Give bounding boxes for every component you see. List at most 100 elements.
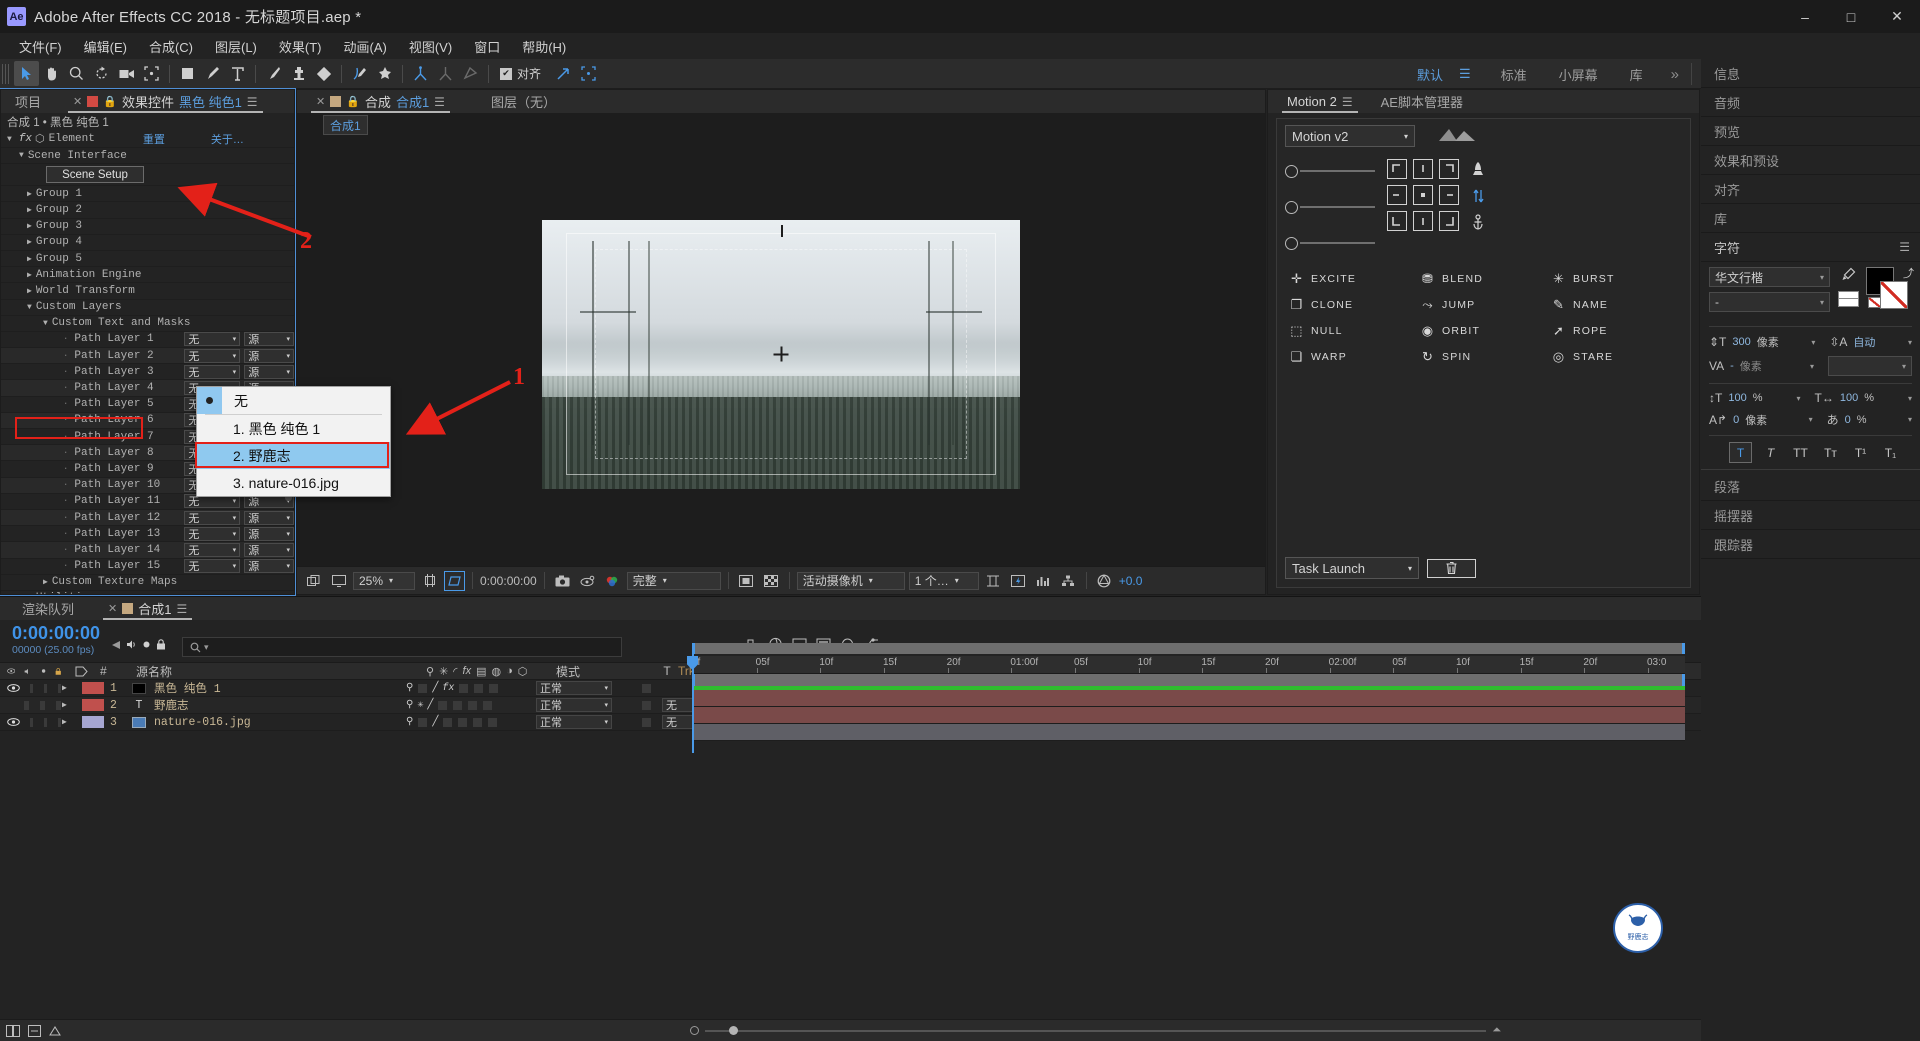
zoom-level-select[interactable]: 25% ▾ — [353, 572, 415, 590]
panel-menu-icon[interactable]: ☰ — [247, 95, 258, 109]
anchor-icon[interactable] — [1471, 214, 1485, 236]
group-world-transform[interactable]: ▶World Transform — [1, 283, 294, 299]
audio-toggle[interactable] — [24, 701, 29, 710]
path-layer-mode-select[interactable]: 源▾ — [244, 365, 294, 379]
parent-switch[interactable]: ⚲ — [406, 716, 413, 728]
path-layer-row[interactable]: ·Path Layer 12无▾源▾ — [1, 510, 294, 526]
minimize-button[interactable]: – — [1782, 0, 1828, 33]
anchor-top-left-button[interactable] — [1387, 159, 1407, 179]
layer-bar-1[interactable] — [692, 690, 1685, 707]
panel-audio[interactable]: 音频 — [1701, 88, 1920, 117]
layer-bar-2[interactable] — [692, 707, 1685, 724]
pixel-aspect-icon[interactable] — [983, 571, 1004, 591]
path-layer-source-select[interactable]: 无▾ — [184, 365, 240, 379]
tab-close-icon[interactable]: ✕ — [316, 95, 325, 108]
timeline-graph-icon[interactable] — [1033, 571, 1054, 591]
audio-toggle[interactable] — [30, 684, 33, 693]
adjustment-switch[interactable] — [483, 701, 492, 710]
text-style-button-3[interactable]: Tт — [1819, 442, 1842, 463]
current-time-display[interactable]: 0:00:00:00 — [12, 623, 95, 644]
timeline-ruler[interactable]: 0f05f10f15f20f01:00f05f10f15f20f02:00f05… — [692, 656, 1685, 674]
workspace-overflow-icon[interactable]: » — [1659, 66, 1691, 83]
motion-blur-switch[interactable] — [468, 701, 477, 710]
disclosure-triangle-icon[interactable]: ▶ — [27, 270, 32, 280]
column-mode[interactable]: 模式 — [548, 663, 656, 680]
tracking-select[interactable]: ▾ — [1828, 356, 1912, 376]
shy-switch[interactable]: ✳ — [417, 699, 423, 711]
group-custom-text-and-masks[interactable]: ▼Custom Text and Masks — [1, 316, 294, 332]
dropdown-item-3[interactable]: 3. nature-016.jpg — [197, 469, 390, 496]
disclosure-triangle-icon[interactable]: ▼ — [27, 303, 32, 312]
solo-toggle[interactable] — [40, 701, 45, 710]
transparency-grid-icon[interactable] — [761, 571, 782, 591]
tab-composition[interactable]: ✕ 🔒 合成 合成1 ☰ — [309, 90, 452, 113]
close-button[interactable]: ✕ — [1874, 0, 1920, 33]
tab-render-queue[interactable]: 渲染队列 — [0, 597, 81, 620]
group-custom-texture-maps[interactable]: ▶Custom Texture Maps — [1, 575, 294, 591]
path-layer-mode-select[interactable]: 源▾ — [244, 543, 294, 557]
path-layer-row[interactable]: ·Path Layer 1无▾源▾ — [1, 332, 294, 348]
zoom-track[interactable] — [705, 1030, 1486, 1032]
brush-tool-icon[interactable] — [261, 61, 286, 86]
lock-toggle[interactable] — [58, 718, 61, 727]
blend-mode-select[interactable]: 正常▾ — [536, 715, 612, 729]
zoom-thumb[interactable] — [729, 1026, 738, 1035]
task-launch-select[interactable]: Task Launch ▾ — [1285, 557, 1419, 579]
vertical-scale-value[interactable]: 100 — [1728, 392, 1746, 404]
path-layer-mode-select[interactable]: 源▾ — [244, 527, 294, 541]
visibility-toggle[interactable] — [7, 683, 20, 693]
motion-tool-stare-button[interactable]: ◎STARE — [1551, 349, 1680, 365]
timeline-transport-icons[interactable] — [111, 639, 166, 650]
chevron-down-icon[interactable]: ▾ — [1908, 338, 1912, 347]
timeline-work-area[interactable] — [692, 674, 1685, 686]
eraser-tool-icon[interactable] — [311, 61, 336, 86]
tab-timeline-comp[interactable]: ✕ 合成1 ☰ — [101, 597, 194, 620]
adjustment-switch[interactable] — [488, 718, 497, 727]
grid-guides-icon[interactable] — [419, 571, 440, 591]
exposure-icon[interactable] — [1094, 571, 1115, 591]
disclosure-triangle-icon[interactable]: ▶ — [27, 189, 32, 199]
tab-project[interactable]: 项目 — [1, 90, 48, 113]
motion-tool-burst-button[interactable]: ✳BURST — [1551, 271, 1680, 287]
horizontal-scale-value[interactable]: 100 — [1840, 392, 1858, 404]
menu-edit[interactable]: 编辑(E) — [73, 34, 138, 59]
comp-timecode[interactable]: 0:00:00:00 — [480, 574, 537, 588]
effect-header-element[interactable]: ▼ fx ⬡ Element 重置 关于… — [1, 131, 294, 148]
pen-tool-icon[interactable] — [200, 61, 225, 86]
expand-layer-arrow-icon[interactable]: ▶ — [62, 683, 82, 693]
column-source-name[interactable]: 源名称 — [130, 663, 420, 680]
path-layer-row[interactable]: ·Path Layer 15无▾源▾ — [1, 559, 294, 575]
preserve-transparency-toggle[interactable] — [642, 718, 651, 727]
motion-tool-orbit-button[interactable]: ◉ORBIT — [1420, 323, 1549, 339]
panel-menu-icon[interactable]: ☰ — [1899, 240, 1910, 254]
disclosure-triangle-icon[interactable]: ▶ — [27, 205, 32, 215]
frame-blend-switch[interactable] — [453, 701, 462, 710]
preserve-transparency-toggle[interactable] — [642, 684, 651, 693]
layer-visibility-icon[interactable] — [7, 717, 20, 727]
layer-source-dropdown-menu[interactable]: 无 1. 黑色 纯色 1 2. 野鹿志 3. nature-016.jpg — [196, 386, 391, 497]
clone-stamp-tool-icon[interactable] — [286, 61, 311, 86]
exposure-value[interactable]: +0.0 — [1119, 574, 1143, 588]
stroke-color-swatch[interactable] — [1880, 281, 1908, 309]
slider-row-1[interactable] — [1285, 159, 1375, 183]
leading-value[interactable]: 自动 — [1853, 334, 1875, 350]
menu-layer[interactable]: 图层(L) — [204, 34, 268, 59]
chevron-down-icon[interactable]: ▾ — [1908, 415, 1912, 424]
snapping-toggle[interactable]: ✔ 对齐 — [500, 65, 541, 82]
motion-tool-blend-button[interactable]: ⛃BLEND — [1420, 271, 1549, 287]
panel-paragraph[interactable]: 段落 — [1701, 472, 1920, 501]
anchor-top-right-button[interactable] — [1439, 159, 1459, 179]
comp-render-flow-icon[interactable] — [49, 1025, 62, 1037]
composition-flowchart-icon[interactable] — [28, 1025, 41, 1037]
disclosure-triangle-icon[interactable]: ▼ — [7, 135, 12, 144]
motion-tool-rope-button[interactable]: ➚ROPE — [1551, 323, 1680, 339]
lock-toggle[interactable] — [58, 684, 61, 693]
panel-menu-icon[interactable]: ☰ — [176, 602, 187, 616]
path-layer-mode-select[interactable]: 源▾ — [244, 511, 294, 525]
shape-tool-icon[interactable] — [175, 61, 200, 86]
workspace-default[interactable]: 默认 — [1401, 65, 1459, 84]
delete-button[interactable] — [1427, 559, 1476, 578]
view-count-select[interactable]: 1 个… ▾ — [909, 572, 979, 590]
lock-toggle[interactable] — [56, 701, 61, 710]
panel-menu-icon[interactable]: ☰ — [1342, 95, 1353, 109]
